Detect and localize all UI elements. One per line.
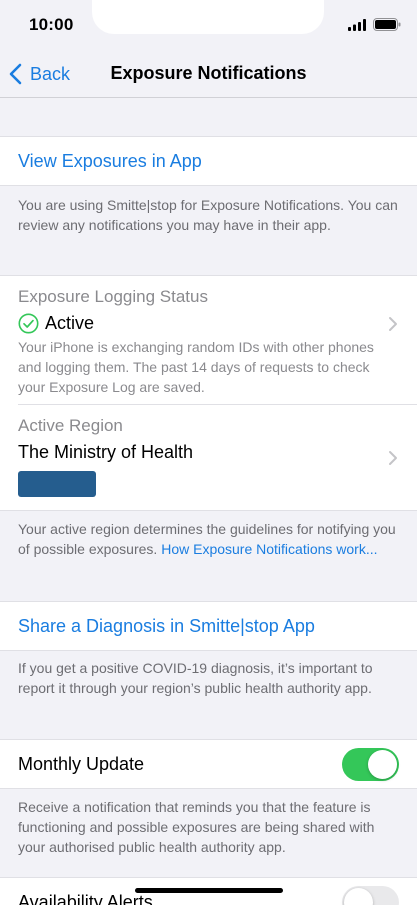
home-indicator (135, 888, 283, 893)
view-exposures-footnote: You are using Smitte|stop for Exposure N… (18, 197, 398, 233)
toggle-knob (368, 750, 397, 779)
region-logo (18, 471, 96, 497)
active-region-label: Active Region (18, 416, 123, 435)
logging-status-label: Exposure Logging Status (18, 287, 208, 306)
monthly-update-footnote: Receive a notification that reminds you … (18, 799, 375, 855)
monthly-update-toggle[interactable] (342, 748, 399, 781)
region-footnote: Your active region determines the guidel… (18, 519, 403, 559)
share-diagnosis-link[interactable]: Share a Diagnosis in Smitte|stop App (18, 616, 315, 637)
view-exposures-cell[interactable]: View Exposures in App (0, 136, 417, 186)
status-group: Exposure Logging Status Active Your iPho… (0, 275, 417, 511)
cellular-signal-icon (348, 19, 366, 31)
battery-icon (373, 18, 401, 31)
logging-status-value: Active (45, 313, 95, 333)
notch (92, 0, 324, 34)
share-diagnosis-cell[interactable]: Share a Diagnosis in Smitte|stop App (0, 601, 417, 651)
view-exposures-link[interactable]: View Exposures in App (18, 151, 202, 172)
share-diagnosis-footnote: If you get a positive COVID-19 diagnosis… (18, 660, 373, 696)
chevron-right-icon (389, 317, 397, 331)
availability-alerts-label: Availability Alerts (18, 892, 153, 905)
monthly-update-cell: Monthly Update (0, 739, 417, 789)
active-region-name: The Ministry of Health (18, 442, 194, 462)
active-region-row[interactable]: Active Region The Ministry of Health (0, 405, 417, 511)
how-exposure-notifications-work-link[interactable]: How Exposure Notifications work... (161, 541, 377, 557)
check-circle-icon (18, 313, 39, 334)
chevron-right-icon (389, 451, 397, 465)
status-time: 10:00 (29, 15, 74, 34)
navigation-bar: Back Exposure Notifications (0, 50, 417, 98)
logging-status-row[interactable]: Exposure Logging Status Active Your iPho… (0, 276, 417, 404)
status-bar: 10:00 (0, 0, 417, 50)
logging-status-description: Your iPhone is exchanging random IDs wit… (18, 339, 374, 395)
page-title: Exposure Notifications (110, 63, 307, 83)
monthly-update-label: Monthly Update (18, 754, 145, 774)
toggle-knob (344, 888, 373, 905)
availability-alerts-toggle[interactable] (342, 886, 399, 905)
